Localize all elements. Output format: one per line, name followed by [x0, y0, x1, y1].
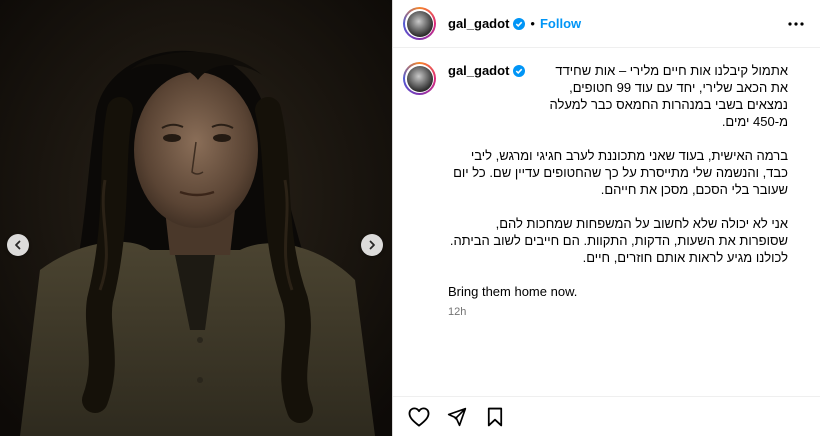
separator-dot: • [530, 16, 535, 31]
caption-english-line: Bring them home now. [448, 284, 578, 299]
bookmark-icon [487, 407, 503, 426]
more-options-icon [788, 22, 804, 26]
post-side-panel: gal_gadot • Follow gal_gadot אתמול קיבלנ… [392, 0, 820, 436]
share-button[interactable] [445, 405, 469, 429]
caption-paragraph-3: אני לא יכולה שלא לחשוב על המשפחות שמחכות… [449, 216, 788, 265]
post-header: gal_gadot • Follow [393, 0, 820, 48]
caption-body: gal_gadot אתמול קיבלנו אות חיים מלירי – … [448, 62, 788, 321]
caption-author-avatar[interactable] [403, 62, 436, 95]
post-timestamp[interactable]: 12h [448, 304, 788, 321]
verified-badge-icon [513, 64, 526, 77]
author-username[interactable]: gal_gadot [448, 16, 509, 31]
instagram-post: gal_gadot • Follow gal_gadot אתמול קיבלנ… [0, 0, 820, 436]
next-image-button[interactable] [361, 234, 383, 256]
caption-paragraph-2: ברמה האישית, בעוד שאני מתכוננת לערב חגיג… [453, 148, 788, 197]
more-options-button[interactable] [786, 14, 806, 34]
like-button[interactable] [407, 405, 431, 429]
caption-username[interactable]: gal_gadot [448, 62, 509, 79]
author-avatar[interactable] [403, 7, 436, 40]
chevron-right-icon [369, 240, 375, 250]
save-button[interactable] [483, 405, 507, 429]
caption-comment: gal_gadot אתמול קיבלנו אות חיים מלירי – … [393, 48, 820, 321]
heart-icon [408, 406, 430, 427]
avatar-image [406, 10, 433, 37]
avatar-image [406, 65, 433, 92]
follow-button[interactable]: Follow [540, 16, 581, 31]
portrait-photo [0, 0, 392, 436]
verified-badge-icon [513, 17, 526, 30]
action-bar [393, 396, 820, 436]
paper-plane-icon [447, 407, 467, 426]
chevron-left-icon [15, 240, 21, 250]
post-image[interactable] [0, 0, 392, 436]
previous-image-button[interactable] [7, 234, 29, 256]
